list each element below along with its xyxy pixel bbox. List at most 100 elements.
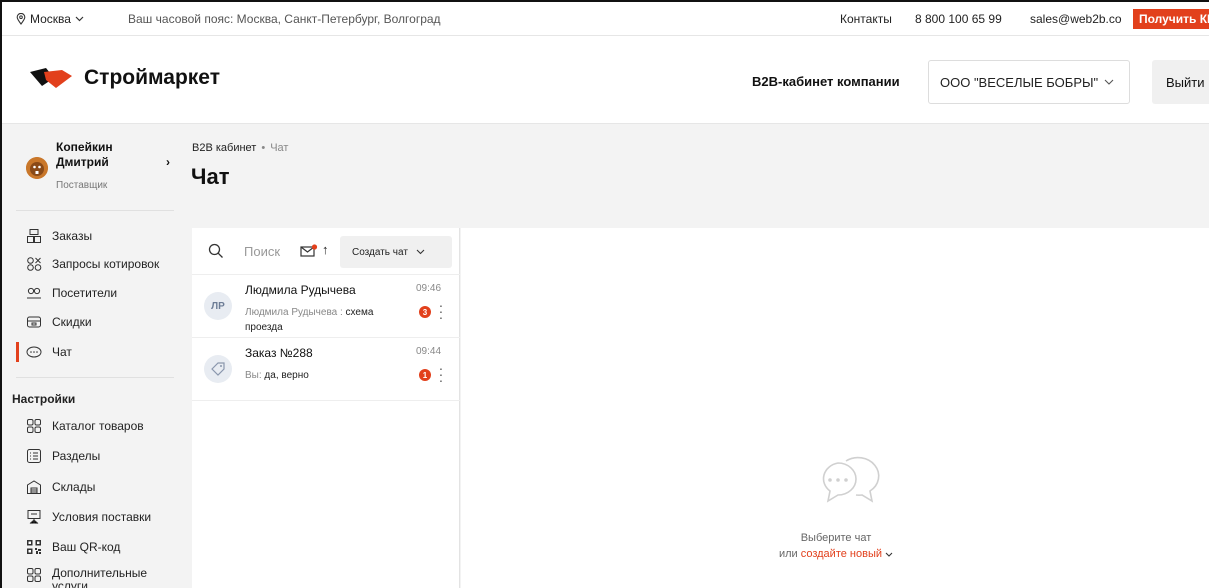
sidebar-item-qr[interactable]: Ваш QR-код — [16, 537, 120, 557]
sidebar-item-discounts[interactable]: Скидки — [16, 312, 92, 332]
top-bar: Москва Ваш часовой пояс: Москва, Санкт-П… — [2, 2, 1209, 36]
more-options-icon[interactable]: · · · — [438, 361, 444, 387]
tag-icon — [211, 362, 225, 376]
chat-icon — [26, 344, 42, 360]
create-new-chat-link[interactable]: создайте новый — [801, 548, 882, 560]
city-selector[interactable]: Москва — [16, 12, 84, 26]
create-chat-button[interactable]: Создать чат — [340, 236, 452, 268]
chat-list-item[interactable]: ЛР Людмила Рудычева Людмила Рудычева : с… — [192, 276, 460, 338]
site-header: Строймаркет B2B-кабинет компании ООО "ВЕ… — [2, 36, 1209, 124]
chat-bubbles-icon — [822, 456, 880, 503]
sidebar-item-label: Каталог товаров — [52, 419, 144, 433]
empty-state-title: Выберите чат — [800, 532, 872, 544]
sidebar-item-label: Запросы котировок — [52, 257, 160, 271]
chevron-down-icon — [416, 249, 425, 255]
chevron-down-icon — [75, 16, 84, 22]
get-offer-button[interactable]: Получить КП — [1133, 9, 1209, 29]
chat-list-item[interactable]: Заказ №288 Вы: да, верно 09:44 1 · · · — [192, 339, 460, 401]
services-icon — [26, 567, 42, 583]
chat-name: Заказ №288 — [245, 346, 313, 360]
chat-name: Людмила Рудычева — [245, 283, 356, 297]
chat-list-panel: Поиск ↑ Создать чат ЛР Людмила Рудычева … — [192, 228, 460, 588]
sections-icon — [26, 448, 42, 464]
beaver-avatar-icon — [26, 157, 48, 179]
sidebar-item-chat[interactable]: Чат — [16, 342, 72, 362]
profile-role: Поставщик — [56, 180, 108, 191]
sidebar-item-label: Склады — [52, 480, 96, 494]
sidebar-item-label: Заказы — [52, 229, 93, 243]
sidebar-item-sections[interactable]: Разделы — [16, 446, 100, 466]
company-select[interactable]: ООО "ВЕСЕЛЫЕ БОБРЫ" — [928, 60, 1130, 104]
chevron-down-icon — [1104, 79, 1114, 85]
contacts-link[interactable]: Контакты — [840, 12, 892, 26]
qr-icon — [26, 539, 42, 555]
chevron-down-icon — [885, 552, 893, 557]
breadcrumb-separator: • — [261, 142, 266, 154]
search-input[interactable]: Поиск — [244, 244, 280, 259]
page-title: Чат — [191, 164, 230, 189]
city-label: Москва — [30, 12, 71, 26]
profile-name: Копейкин Дмитрий — [56, 140, 113, 169]
quotes-icon — [26, 256, 42, 272]
chat-last-message: Вы: да, верно — [245, 368, 395, 383]
chat-search-bar: Поиск ↑ Создать чат — [192, 228, 460, 275]
sidebar-item-label: Разделы — [52, 449, 101, 463]
chevron-right-icon: › — [166, 155, 170, 169]
empty-state-subtitle: или создайте новый — [461, 548, 1209, 560]
avatar — [26, 157, 48, 179]
unread-badge: 1 — [419, 369, 431, 381]
profile-card[interactable]: Копейкин Дмитрий Поставщик › — [24, 137, 184, 207]
contact-avatar: ЛР — [204, 292, 232, 320]
timezone-text: Ваш часовой пояс: Москва, Санкт-Петербур… — [128, 12, 441, 26]
logout-label: Выйти — [1166, 74, 1205, 90]
unread-mail-icon[interactable] — [300, 244, 318, 257]
breadcrumb-current: Чат — [270, 142, 289, 154]
more-options-icon[interactable]: · · · — [438, 298, 444, 324]
sidebar-item-label: Скидки — [52, 315, 92, 329]
sidebar-item-delivery[interactable]: Условия поставки — [16, 507, 151, 527]
sidebar-item-catalog[interactable]: Каталог товаров — [16, 416, 144, 436]
email-link[interactable]: sales@web2b.co — [1030, 12, 1122, 26]
search-icon[interactable] — [208, 243, 224, 259]
chat-time: 09:44 — [416, 346, 442, 357]
unread-badge: 3 — [419, 306, 431, 318]
chat-conversation-panel: Выберите чат или создайте новый — [461, 228, 1209, 588]
message-text: да, верно — [264, 370, 309, 381]
warehouse-icon — [26, 479, 42, 495]
b2b-cabinet-label: B2B-кабинет компании — [752, 74, 900, 89]
logout-button[interactable]: Выйти — [1152, 60, 1209, 104]
sidebar-item-label: Дополнительные услуги — [52, 566, 147, 588]
message-sender: Вы: — [245, 370, 262, 381]
divider — [16, 210, 174, 211]
logo[interactable]: Строймаркет — [28, 66, 220, 90]
logo-text: Строймаркет — [84, 66, 220, 89]
delivery-icon — [26, 509, 42, 525]
location-pin-icon — [16, 13, 26, 25]
sidebar-item-visitors[interactable]: Посетители — [16, 283, 117, 303]
sidebar-item-label: Условия поставки — [52, 510, 152, 524]
visitors-icon — [26, 285, 42, 301]
sidebar-item-orders[interactable]: Заказы — [16, 226, 92, 246]
app-window: Москва Ваш часовой пояс: Москва, Санкт-П… — [0, 0, 1209, 588]
chat-time: 09:46 — [416, 283, 442, 294]
breadcrumb: B2B кабинет • Чат — [192, 142, 288, 154]
divider — [16, 377, 174, 378]
sidebar-item-label: Ваш QR-код — [52, 540, 121, 554]
settings-title: Настройки — [12, 392, 76, 406]
orders-icon — [26, 228, 42, 244]
create-chat-label: Создать чат — [352, 246, 408, 258]
sort-arrow-up-icon[interactable]: ↑ — [322, 242, 329, 257]
sidebar-item-warehouses[interactable]: Склады — [16, 477, 95, 497]
message-sender: Людмила Рудычева : — [245, 307, 343, 318]
phone-link[interactable]: 8 800 100 65 99 — [915, 12, 1002, 26]
empty-state-prefix: или — [778, 548, 798, 560]
sidebar-item-services[interactable]: Дополнительные услуги — [16, 567, 162, 588]
logo-icon — [30, 68, 72, 88]
sidebar-item-label: Посетители — [52, 286, 118, 300]
breadcrumb-b2b[interactable]: B2B кабинет — [192, 142, 256, 154]
catalog-icon — [26, 418, 42, 434]
order-avatar — [204, 355, 232, 383]
sidebar-item-quotes[interactable]: Запросы котировок — [16, 254, 159, 274]
chat-last-message: Людмила Рудычева : схема проезда — [245, 305, 395, 335]
discounts-icon — [26, 314, 42, 330]
